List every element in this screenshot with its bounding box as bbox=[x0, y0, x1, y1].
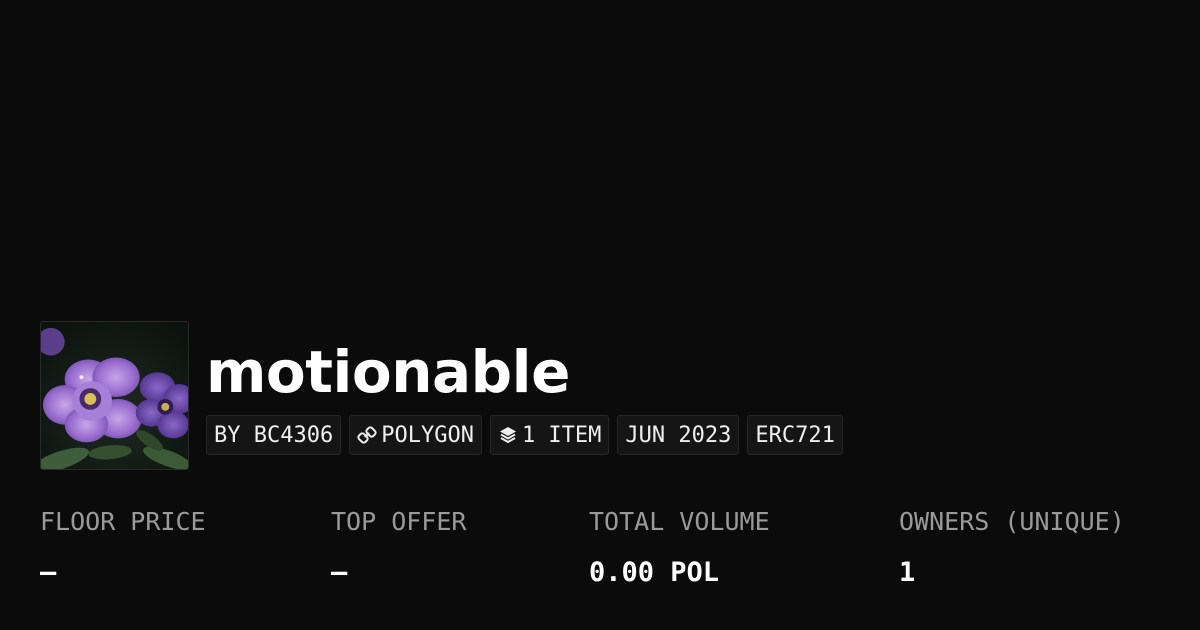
stat-top-offer: TOP OFFER – bbox=[331, 506, 466, 590]
stat-label: FLOOR PRICE bbox=[40, 507, 206, 536]
collection-card: motionable BY BC4306 POLYGON 1 ITEM JUN … bbox=[0, 0, 1200, 630]
link-icon bbox=[357, 425, 377, 445]
standard-chip: ERC721 bbox=[747, 415, 843, 455]
collection-thumbnail[interactable] bbox=[40, 321, 189, 470]
creator-label: BY BC4306 bbox=[214, 422, 334, 448]
stat-value: 1 bbox=[899, 557, 916, 588]
stat-label: TOTAL VOLUME bbox=[589, 507, 770, 536]
stat-label: TOP OFFER bbox=[331, 507, 467, 536]
chain-label: POLYGON bbox=[381, 422, 474, 448]
items-label: 1 ITEM bbox=[521, 422, 602, 448]
items-chip[interactable]: 1 ITEM bbox=[489, 415, 610, 455]
standard-label: ERC721 bbox=[755, 422, 835, 448]
purple-flower-image bbox=[41, 322, 188, 469]
stat-owners: OWNERS (UNIQUE) 1 bbox=[899, 506, 1125, 590]
date-label: JUN 2023 bbox=[625, 422, 732, 448]
stat-value: – bbox=[40, 557, 57, 588]
layers-icon bbox=[498, 425, 518, 445]
date-chip: JUN 2023 bbox=[617, 415, 740, 455]
stat-value: – bbox=[331, 557, 348, 588]
creator-chip[interactable]: BY BC4306 bbox=[206, 415, 342, 455]
stat-value: 0.00 POL bbox=[589, 557, 720, 588]
stat-label: OWNERS (UNIQUE) bbox=[899, 507, 1125, 536]
chain-chip[interactable]: POLYGON bbox=[349, 415, 482, 455]
stat-total-volume: TOTAL VOLUME 0.00 POL bbox=[589, 506, 770, 590]
collection-title: motionable bbox=[206, 338, 570, 406]
stat-floor-price: FLOOR PRICE – bbox=[40, 506, 206, 590]
collection-meta-chips: BY BC4306 POLYGON 1 ITEM JUN 2023 ERC721 bbox=[206, 415, 843, 455]
